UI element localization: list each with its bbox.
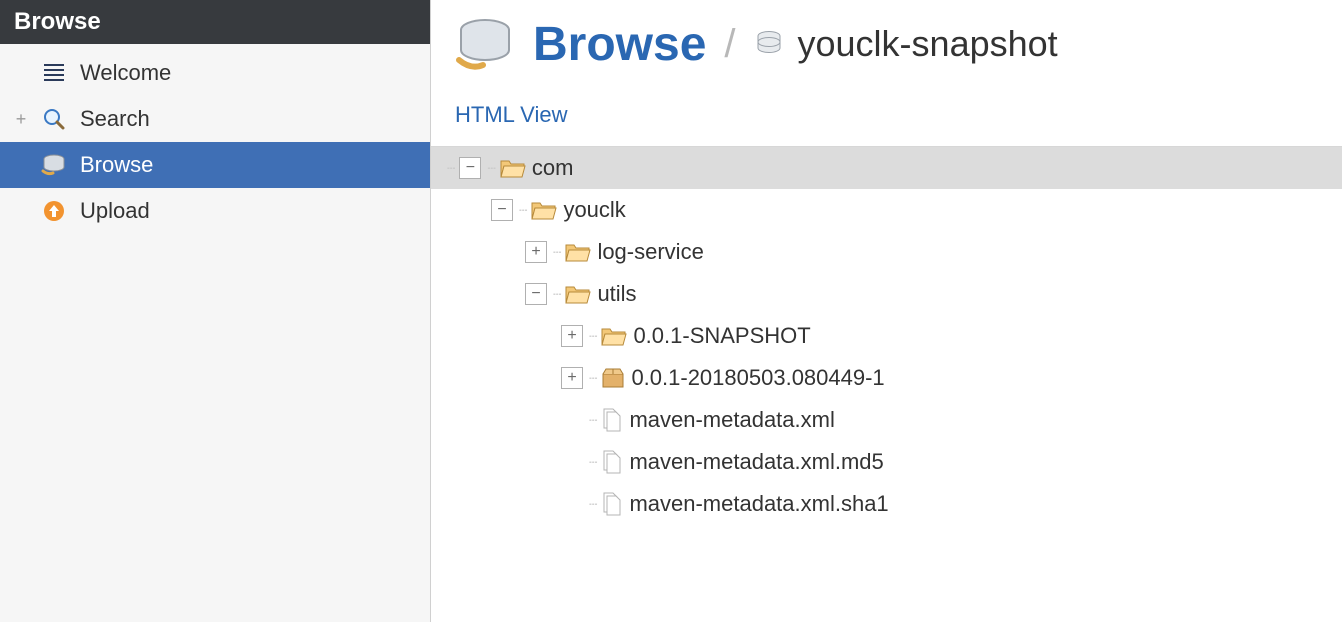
tree-node-label: maven-metadata.xml.md5 xyxy=(629,449,883,475)
file-icon xyxy=(601,408,623,432)
tree-node-label: com xyxy=(532,155,574,181)
breadcrumb-separator: / xyxy=(724,22,735,67)
folder-open-icon xyxy=(500,157,526,179)
welcome-icon xyxy=(40,60,68,86)
folder-open-icon xyxy=(601,325,627,347)
file-icon xyxy=(601,450,623,474)
tree-node-label: 0.0.1-SNAPSHOT xyxy=(633,323,810,349)
main-panel: Browse / youclk-snapshot HTML View ┄ − ┄ xyxy=(431,0,1342,622)
folder-open-icon xyxy=(565,241,591,263)
sidebar-item-browse[interactable]: Browse xyxy=(0,142,430,188)
html-view-link[interactable]: HTML View xyxy=(455,102,567,127)
sidebar-item-label: Upload xyxy=(80,198,150,224)
collapse-icon[interactable]: − xyxy=(491,199,513,221)
breadcrumb-repo[interactable]: youclk-snapshot xyxy=(754,23,1058,65)
file-icon xyxy=(601,492,623,516)
sidebar-item-label: Search xyxy=(80,106,150,132)
page-title: Browse xyxy=(533,17,706,72)
sidebar-title: Browse xyxy=(0,0,430,44)
expand-icon[interactable]: + xyxy=(561,367,583,389)
tree-node-build[interactable]: + ┄ 0.0.1-20180503.080449-1 xyxy=(431,357,1342,399)
sidebar-item-label: Browse xyxy=(80,152,153,178)
sidebar: Browse Welcome + Sear xyxy=(0,0,431,622)
sidebar-item-upload[interactable]: Upload xyxy=(0,188,430,234)
tree-node-file[interactable]: ┄ maven-metadata.xml xyxy=(431,399,1342,441)
sidebar-nav: Welcome + Search Browse xyxy=(0,44,430,234)
expand-icon[interactable]: + xyxy=(525,241,547,263)
tree-node-file[interactable]: ┄ maven-metadata.xml.md5 xyxy=(431,441,1342,483)
expand-icon[interactable]: + xyxy=(561,325,583,347)
upload-icon xyxy=(40,198,68,224)
sidebar-item-welcome[interactable]: Welcome xyxy=(0,50,430,96)
tree-node-youclk[interactable]: − ┄ youclk xyxy=(431,189,1342,231)
tree-node-file[interactable]: ┄ maven-metadata.xml.sha1 xyxy=(431,483,1342,525)
tree-node-label: log-service xyxy=(597,239,703,265)
sidebar-item-label: Welcome xyxy=(80,60,171,86)
tree-node-label: maven-metadata.xml.sha1 xyxy=(629,491,888,517)
tree-node-label: maven-metadata.xml xyxy=(629,407,834,433)
breadcrumb: Browse / youclk-snapshot xyxy=(431,0,1342,80)
search-icon xyxy=(40,106,68,132)
database-icon xyxy=(754,29,784,59)
collapse-icon[interactable]: − xyxy=(459,157,481,179)
tree-node-label: youclk xyxy=(563,197,625,223)
expand-icon[interactable]: + xyxy=(14,109,28,130)
folder-open-icon xyxy=(531,199,557,221)
breadcrumb-repo-label: youclk-snapshot xyxy=(798,23,1058,65)
package-icon xyxy=(601,367,625,389)
browse-icon xyxy=(40,152,68,178)
tree-node-label: 0.0.1-20180503.080449-1 xyxy=(631,365,884,391)
folder-open-icon xyxy=(565,283,591,305)
toggle-placeholder xyxy=(561,409,583,431)
toggle-placeholder xyxy=(561,451,583,473)
html-view-link-row: HTML View xyxy=(431,80,1342,146)
browse-large-icon xyxy=(455,16,515,72)
collapse-icon[interactable]: − xyxy=(525,283,547,305)
tree-node-label: utils xyxy=(597,281,636,307)
toggle-placeholder xyxy=(561,493,583,515)
tree-node-com[interactable]: ┄ − ┄ com xyxy=(431,147,1342,189)
sidebar-item-search[interactable]: + Search xyxy=(0,96,430,142)
tree-node-snapshot[interactable]: + ┄ 0.0.1-SNAPSHOT xyxy=(431,315,1342,357)
tree-node-log-service[interactable]: + ┄ log-service xyxy=(431,231,1342,273)
repo-tree: ┄ − ┄ com − ┄ youclk + ┄ log-service xyxy=(431,146,1342,535)
tree-node-utils[interactable]: − ┄ utils xyxy=(431,273,1342,315)
